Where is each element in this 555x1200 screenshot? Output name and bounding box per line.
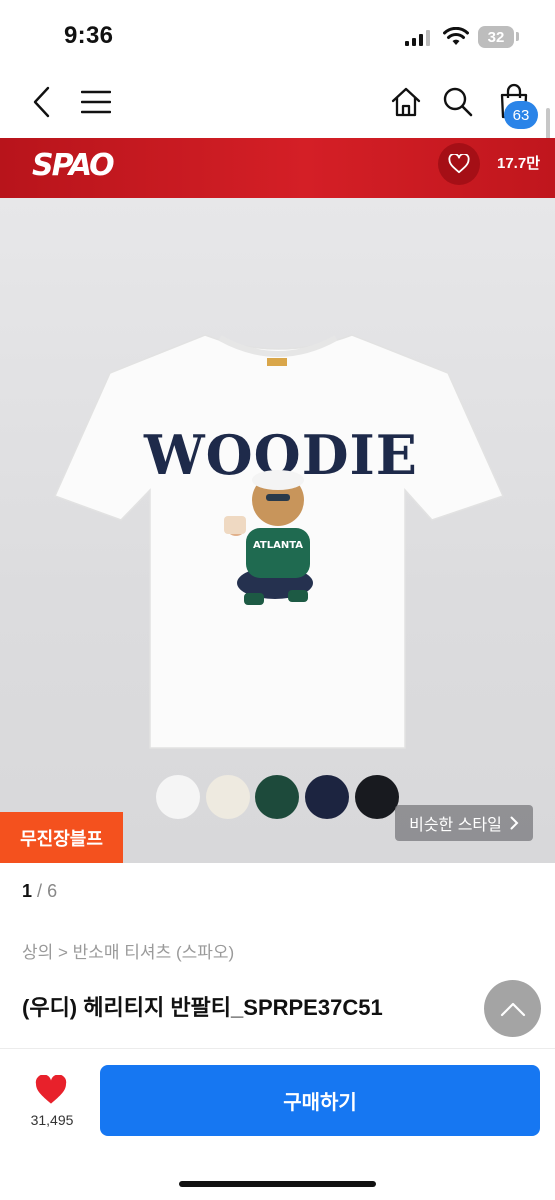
cellular-signal-icon (405, 30, 435, 46)
brand-logo[interactable]: SPAO (32, 148, 115, 183)
tshirt-illustration: WOODIE ATLANTA (53, 334, 505, 749)
color-swatch-black[interactable] (355, 775, 399, 819)
brand-like-count: 17.7만 (497, 155, 540, 172)
status-time: 9:36 (64, 22, 114, 49)
image-page-indicator: 1 / 6 (22, 881, 57, 902)
brand-like-button[interactable] (438, 143, 480, 185)
menu-button[interactable] (78, 86, 114, 118)
search-button[interactable] (440, 84, 476, 120)
battery-level: 32 (487, 28, 505, 46)
heart-filled-icon (35, 1075, 67, 1104)
wifi-icon (443, 27, 469, 45)
page-current: 1 (22, 881, 33, 901)
chevron-right-icon (510, 816, 519, 830)
home-button[interactable] (388, 84, 424, 120)
divider (0, 1048, 555, 1049)
chevron-up-icon (500, 1002, 525, 1016)
buy-button[interactable]: 구매하기 (100, 1065, 540, 1136)
product-title: (우디) 헤리티지 반팔티_SPRPE37C51 (22, 995, 383, 1020)
breadcrumb[interactable]: 상의 > 반소매 티셔츠 (스파오) (22, 938, 234, 963)
color-swatch-navy[interactable] (305, 775, 349, 819)
back-button[interactable] (24, 84, 60, 120)
similar-style-label: 비슷한 스타일 (409, 817, 502, 834)
color-swatch-green[interactable] (255, 775, 299, 819)
similar-style-button[interactable]: 비슷한 스타일 (395, 805, 533, 841)
color-swatch-white[interactable] (156, 775, 200, 819)
page-separator: / (37, 881, 43, 901)
search-icon (443, 87, 473, 117)
battery-icon: 32 (478, 26, 514, 48)
heart-outline-icon (448, 154, 470, 174)
wish-count: 31,495 (30, 1112, 74, 1128)
cart-count-badge: 63 (504, 101, 538, 129)
product-image[interactable]: WOODIE ATLANTA (0, 198, 555, 863)
shirt-sub-text: ATLANTA (253, 540, 303, 551)
battery-cap (516, 32, 519, 41)
promo-badge: 무진장블프 (0, 812, 123, 863)
home-icon (391, 87, 421, 117)
color-swatch-ivory[interactable] (206, 775, 250, 819)
home-indicator (179, 1181, 376, 1187)
page-total: 6 (47, 881, 58, 901)
chevron-left-icon (33, 86, 50, 118)
wish-button[interactable] (30, 1072, 72, 1108)
hamburger-icon (81, 90, 111, 114)
scroll-to-top-button[interactable] (484, 980, 541, 1037)
